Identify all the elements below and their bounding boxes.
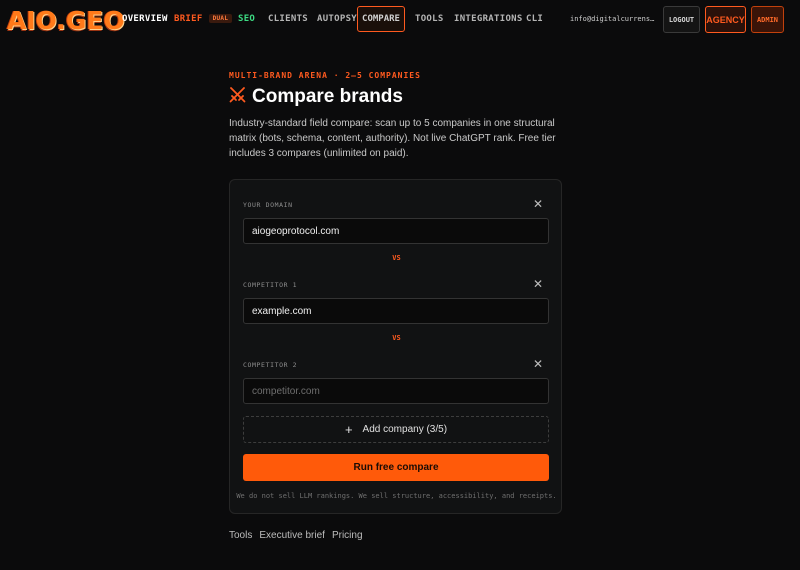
disclaimer: We do not sell LLM rankings. We sell str… bbox=[236, 492, 557, 500]
your-domain-input[interactable]: aiogeoprotocol.com bbox=[243, 218, 549, 244]
nav-clients[interactable]: CLIENTS bbox=[268, 14, 308, 24]
nav-seo[interactable]: SEO bbox=[238, 14, 255, 24]
nav-cli[interactable]: CLI bbox=[526, 14, 543, 24]
nav-brief-label: BRIEF bbox=[174, 14, 203, 24]
competitor-1-input[interactable]: example.com bbox=[243, 298, 549, 324]
add-company-button[interactable]: + Add company (3/5) bbox=[243, 416, 549, 443]
add-company-label: Add company (3/5) bbox=[362, 424, 448, 435]
compare-card: YOUR DOMAIN ✕ aiogeoprotocol.com VS COMP… bbox=[229, 179, 562, 514]
logout-button[interactable]: LOGOUT bbox=[663, 6, 700, 33]
page-title: Compare brands bbox=[252, 86, 403, 107]
footer-links: Tools Executive brief Pricing bbox=[229, 530, 363, 541]
footer-link-executive-brief[interactable]: Executive brief bbox=[259, 530, 325, 541]
eyebrow: MULTI-BRAND ARENA · 2–5 COMPANIES bbox=[229, 71, 421, 80]
close-icon[interactable]: ✕ bbox=[532, 358, 544, 370]
field-label-your-domain: YOUR DOMAIN bbox=[243, 201, 293, 209]
admin-button[interactable]: ADMIN bbox=[751, 6, 784, 33]
nav-compare[interactable]: COMPARE bbox=[357, 6, 405, 32]
nav-overview[interactable]: OVERVIEW bbox=[122, 14, 168, 24]
page-description: Industry-standard field compare: scan up… bbox=[229, 118, 556, 159]
nav-integrations[interactable]: INTEGRATIONS bbox=[454, 14, 523, 24]
dual-badge: DUAL bbox=[208, 14, 233, 23]
competitor-2-input[interactable]: competitor.com bbox=[243, 378, 549, 404]
close-icon[interactable]: ✕ bbox=[532, 198, 544, 210]
run-compare-button[interactable]: Run free compare bbox=[243, 454, 549, 481]
nav-autopsy[interactable]: AUTOPSY bbox=[317, 14, 357, 24]
logo[interactable]: AIO.GEO bbox=[7, 6, 125, 35]
swords-icon bbox=[229, 86, 246, 108]
agency-button[interactable]: AGENCY bbox=[705, 6, 746, 33]
top-nav: AIO.GEO OVERVIEW BRIEF DUAL SEO CLIENTS A… bbox=[0, 0, 800, 40]
nav-tools[interactable]: TOOLS bbox=[415, 14, 444, 24]
close-icon[interactable]: ✕ bbox=[532, 278, 544, 290]
field-label-competitor-2: COMPETITOR 2 bbox=[243, 361, 298, 369]
vs-label: VS bbox=[392, 254, 401, 262]
title-row: Compare brands bbox=[229, 86, 403, 108]
vs-label: VS bbox=[392, 334, 401, 342]
user-email: info@digitalcurrensy.c… bbox=[570, 15, 658, 23]
footer-link-pricing[interactable]: Pricing bbox=[332, 530, 363, 541]
footer-link-tools[interactable]: Tools bbox=[229, 530, 252, 541]
field-label-competitor-1: COMPETITOR 1 bbox=[243, 281, 298, 289]
plus-icon: + bbox=[344, 422, 353, 437]
nav-brief[interactable]: BRIEF DUAL bbox=[174, 14, 233, 24]
